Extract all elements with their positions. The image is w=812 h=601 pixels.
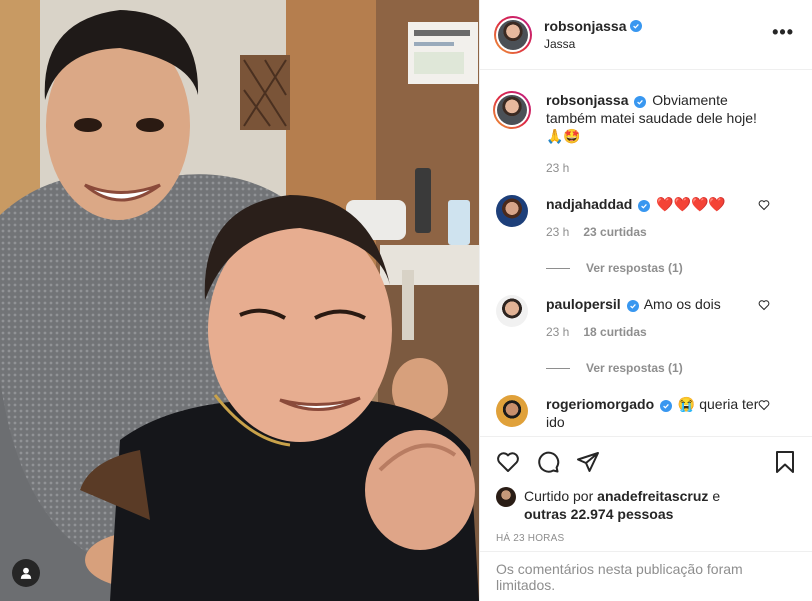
verified-badge-icon (634, 96, 647, 108)
comment-likes[interactable]: 23 curtidas (583, 223, 646, 241)
bookmark-icon[interactable] (774, 450, 796, 474)
comment-username[interactable]: rogeriomorgado (546, 396, 654, 412)
comment-item: paulopersil Amo os dois 23 h 18 curtidas (496, 295, 796, 341)
view-replies-button[interactable]: Ver respostas (1) (546, 361, 796, 375)
paper-plane-icon[interactable] (576, 450, 600, 474)
likes-others[interactable]: outras 22.974 pessoas (524, 506, 673, 522)
heart-outline-icon[interactable] (758, 299, 770, 311)
verified-badge-icon (638, 200, 651, 212)
caption: robsonjassa Obviamente também matei saud… (493, 91, 796, 177)
post-side-panel: robsonjassa Jassa ••• robsonjassa Obviam… (479, 0, 812, 601)
likes-prefix: Curtido por (524, 488, 594, 504)
comment-item: nadjahaddad ❤️❤️❤️❤️ 23 h 23 curtidas (496, 195, 796, 241)
author-username[interactable]: robsonjassa (544, 18, 626, 34)
comments-list[interactable]: robsonjassa Obviamente também matei saud… (480, 71, 812, 436)
more-options-icon[interactable]: ••• (772, 23, 794, 41)
heart-outline-icon[interactable] (758, 199, 770, 211)
caption-time[interactable]: 23 h (546, 159, 569, 177)
commenter-avatar[interactable] (496, 295, 528, 327)
verified-badge-icon (660, 400, 673, 412)
comment-likes[interactable]: 18 curtidas (583, 323, 646, 341)
post-photo[interactable] (0, 0, 479, 601)
caption-username[interactable]: robsonjassa (546, 92, 628, 108)
comment-text: Amo os dois (643, 296, 721, 312)
post-location[interactable]: Jassa (544, 37, 642, 51)
post-actions: Curtido por anadefreitascruz e outras 22… (480, 436, 812, 544)
verified-badge-icon (630, 20, 643, 32)
photo-image (0, 0, 479, 601)
comment-text: ❤️❤️❤️❤️ (656, 196, 726, 212)
comments-limited-notice: Os comentários nesta publicação foram li… (480, 551, 812, 601)
heart-outline-icon[interactable] (758, 399, 770, 411)
comment-username[interactable]: nadjahaddad (546, 196, 632, 212)
likes-summary: Curtido por anadefreitascruz e outras 22… (496, 487, 796, 523)
post-timestamp[interactable]: HÁ 23 HORAS (496, 533, 796, 544)
likes-conj: e (712, 488, 721, 504)
post-header: robsonjassa Jassa ••• (480, 0, 812, 70)
liker-username[interactable]: anadefreitascruz (597, 488, 708, 504)
view-replies-label: Ver respostas (1) (586, 261, 683, 275)
comment-time[interactable]: 23 h (546, 323, 569, 341)
comment-icon[interactable] (536, 450, 560, 474)
verified-badge-icon (626, 300, 639, 312)
heart-outline-icon[interactable] (496, 450, 520, 474)
author-avatar[interactable] (494, 15, 532, 54)
commenter-avatar[interactable] (496, 395, 528, 427)
comment-username[interactable]: paulopersil (546, 296, 621, 312)
comment-item: rogeriomorgado 😭 queria ter ido (496, 395, 796, 431)
commenter-avatar[interactable] (496, 195, 528, 227)
comment-time[interactable]: 23 h (546, 223, 569, 241)
liker-avatar[interactable] (496, 487, 516, 507)
tagged-users-button[interactable] (12, 559, 40, 587)
caption-avatar[interactable] (493, 91, 531, 129)
view-replies-label: Ver respostas (1) (586, 361, 683, 375)
user-tag-icon (20, 567, 32, 579)
view-replies-button[interactable]: Ver respostas (1) (546, 261, 796, 275)
